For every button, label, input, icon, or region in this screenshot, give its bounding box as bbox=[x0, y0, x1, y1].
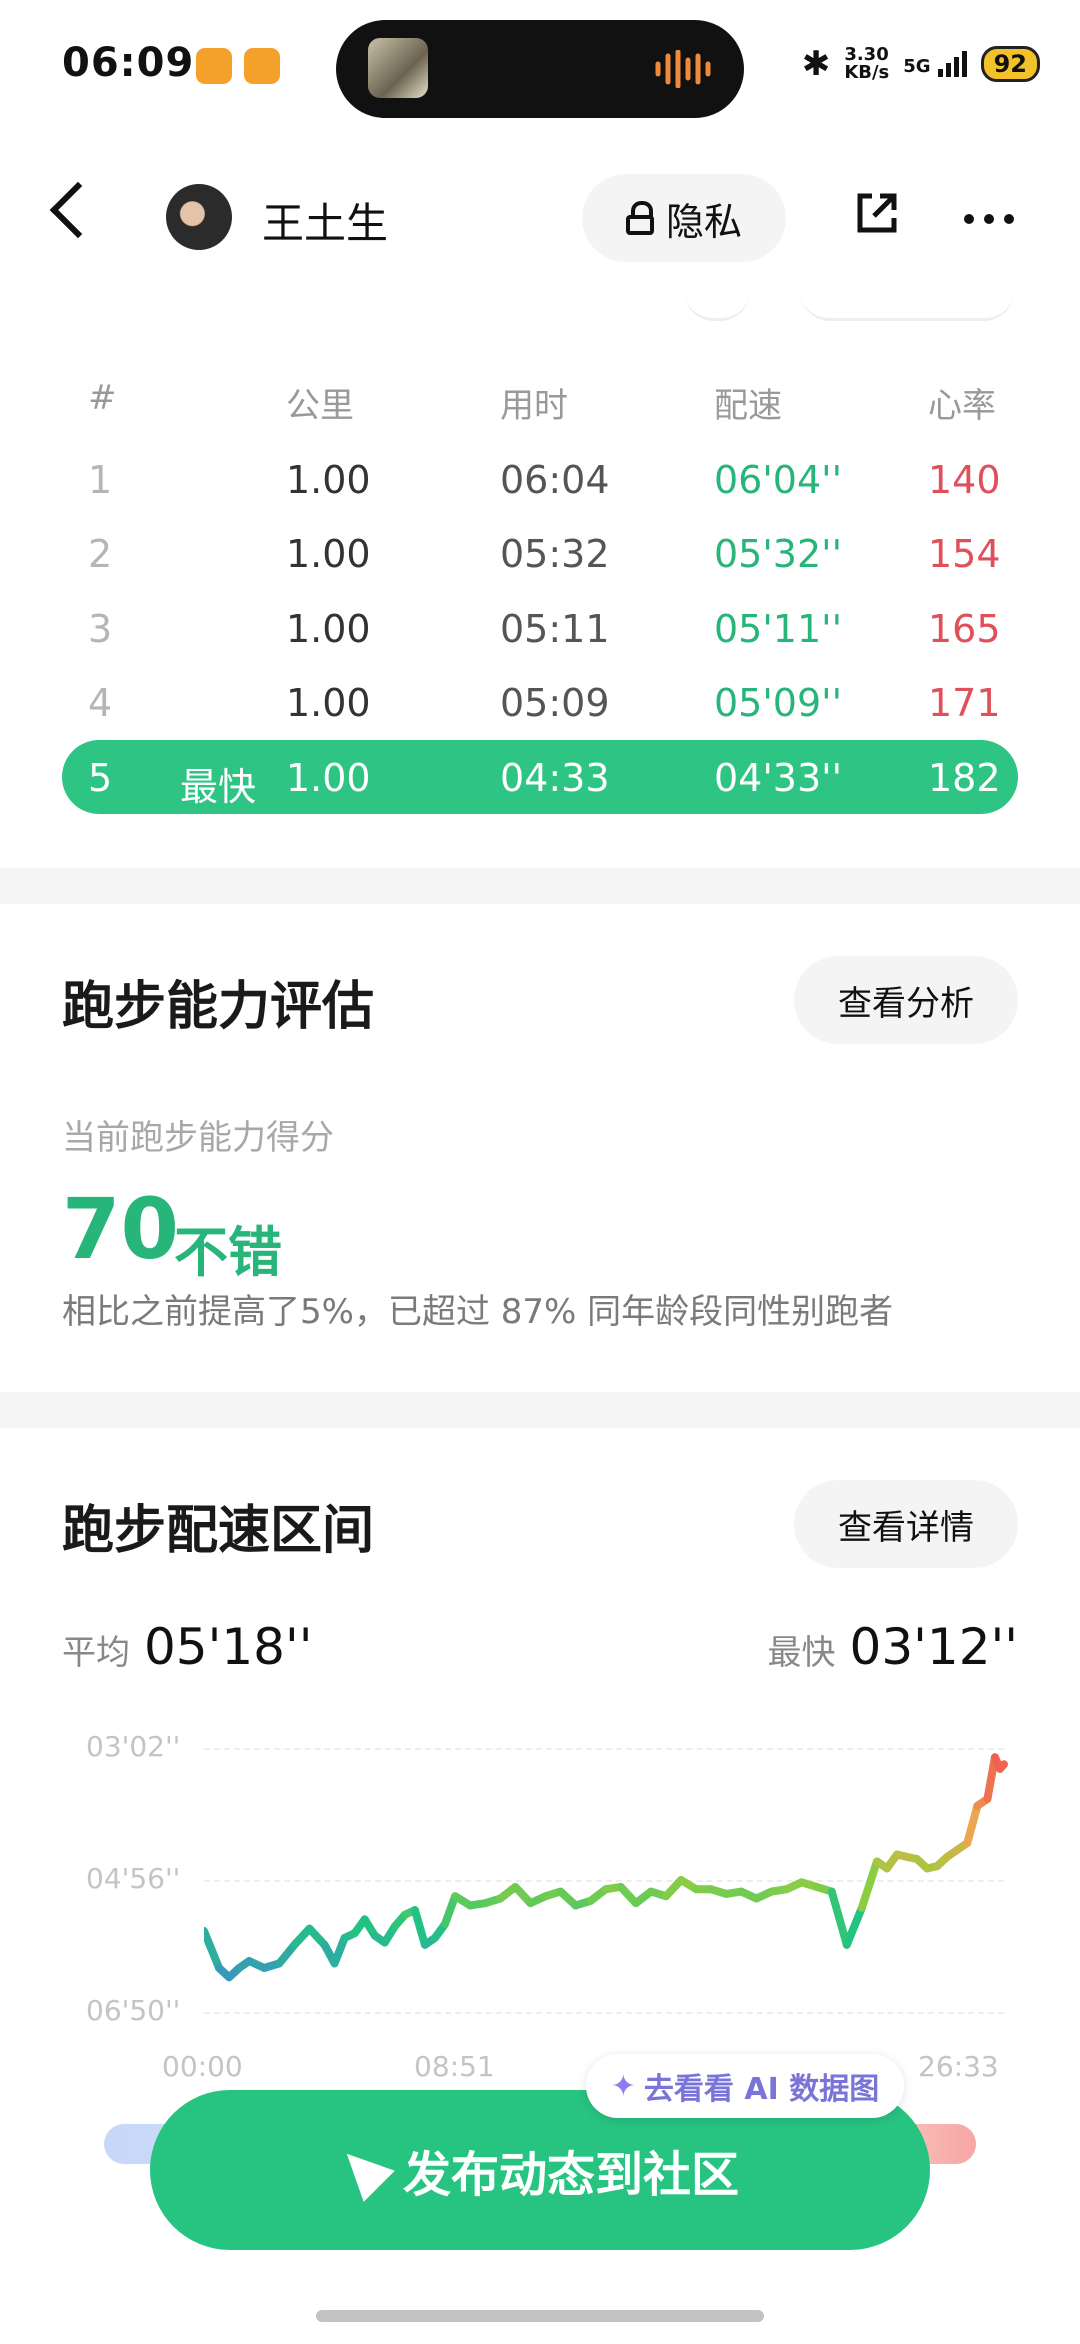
back-icon[interactable] bbox=[49, 181, 107, 239]
sparkle-icon: ✦ bbox=[610, 2068, 636, 2104]
col-header-pace: 配速 bbox=[714, 386, 782, 426]
x-tick-label: 08:51 bbox=[414, 2050, 495, 2083]
section-divider bbox=[0, 1392, 1080, 1428]
pace-line-segment bbox=[441, 1892, 460, 1928]
ability-score: 70 bbox=[62, 1180, 179, 1278]
pace-line-segment bbox=[330, 1933, 349, 1968]
battery-icon: 92 bbox=[980, 46, 1040, 82]
fastest-pace: 最快 03'12'' bbox=[767, 1618, 1018, 1676]
app-notification-icon bbox=[196, 48, 232, 84]
bluetooth-icon: ✱ bbox=[801, 44, 831, 84]
view-details-button[interactable]: 查看详情 bbox=[794, 1480, 1018, 1568]
media-thumbnail bbox=[368, 38, 428, 98]
y-tick-label: 03'02'' bbox=[86, 1730, 181, 1763]
username[interactable]: 王土生 bbox=[262, 190, 388, 251]
more-icon[interactable] bbox=[964, 214, 1014, 224]
col-header-time: 用时 bbox=[500, 386, 568, 426]
pace-line-segment bbox=[842, 1903, 866, 1949]
ai-chip-label: 去看看 AI 数据图 bbox=[643, 2072, 880, 2107]
section-divider bbox=[0, 868, 1080, 904]
x-tick-label: 00:00 bbox=[162, 2050, 243, 2083]
col-header-km: 公里 bbox=[286, 386, 354, 426]
avg-pace: 平均 05'18'' bbox=[62, 1618, 313, 1676]
pace-line-segment bbox=[410, 1906, 429, 1949]
audio-wave-icon bbox=[655, 50, 711, 88]
pace-line-segment bbox=[204, 1926, 224, 1972]
pace-chart[interactable] bbox=[204, 1740, 1024, 2020]
ai-data-chart-chip[interactable]: ✦ 去看看 AI 数据图 bbox=[586, 2054, 904, 2118]
pace-line-segment bbox=[827, 1887, 851, 1949]
hidden-control bbox=[684, 290, 750, 321]
y-tick-label: 04'56'' bbox=[86, 1862, 181, 1895]
pace-line-segment bbox=[857, 1857, 881, 1912]
table-row: 3 1.00 05:11 05'11'' 165 bbox=[88, 607, 1001, 651]
table-row-fastest: 5 最快 1.00 04:33 04'33'' 182 bbox=[62, 740, 1018, 814]
hidden-control bbox=[800, 290, 1014, 321]
share-icon[interactable] bbox=[852, 188, 902, 238]
pace-zone-title: 跑步配速区间 bbox=[62, 1501, 375, 1561]
avatar[interactable] bbox=[166, 184, 232, 250]
table-row: 4 1.00 05:09 05'09'' 171 bbox=[88, 681, 1001, 725]
view-analysis-button[interactable]: 查看分析 bbox=[794, 956, 1018, 1044]
status-icons: ✱ 3.30 KB/s 5G 92 bbox=[802, 40, 1040, 88]
ability-subtitle: 当前跑步能力得分 bbox=[62, 1118, 334, 1158]
app-notification-icon bbox=[244, 48, 280, 84]
lock-icon bbox=[625, 201, 654, 235]
table-row: 2 1.00 05:32 05'32'' 154 bbox=[88, 532, 1001, 576]
ability-score-word: 不错 bbox=[174, 1221, 282, 1284]
pace-line-segment bbox=[995, 1760, 1008, 1773]
ability-description: 相比之前提高了5%，已超过 87% 同年龄段同性别跑者 bbox=[62, 1292, 894, 1332]
fastest-tag: 最快 bbox=[180, 765, 257, 809]
send-icon bbox=[331, 2138, 395, 2202]
col-header-hr: 心率 bbox=[928, 386, 996, 426]
pace-line-segment bbox=[963, 1801, 982, 1847]
y-tick-label: 06'50'' bbox=[86, 1994, 181, 2027]
net-speed: 3.30 KB/s bbox=[844, 44, 890, 83]
table-row: 1 1.00 06:04 06'04'' 140 bbox=[88, 458, 1001, 502]
ability-title: 跑步能力评估 bbox=[62, 977, 375, 1037]
privacy-button[interactable]: 隐私 bbox=[582, 174, 786, 262]
col-header-index: # bbox=[88, 378, 117, 418]
privacy-label: 隐私 bbox=[665, 199, 742, 244]
x-tick-label: 26:33 bbox=[918, 2050, 999, 2083]
publish-label: 发布动态到社区 bbox=[402, 2147, 739, 2203]
status-time: 06:09 bbox=[62, 40, 195, 86]
home-indicator[interactable] bbox=[316, 2310, 764, 2322]
signal-icon: 5G bbox=[903, 51, 967, 77]
